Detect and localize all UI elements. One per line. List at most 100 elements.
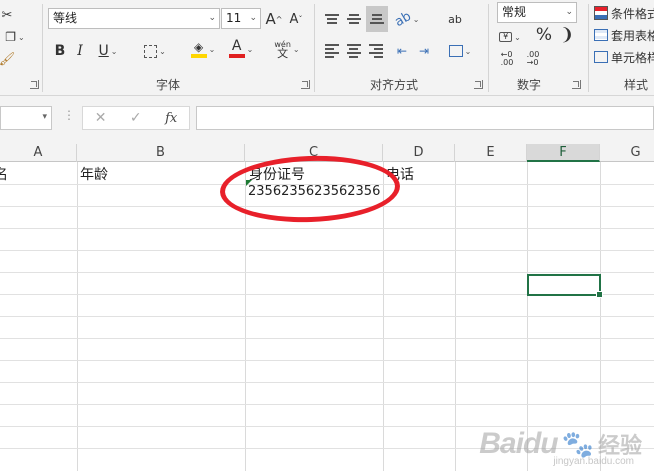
align-bottom-icon: [370, 12, 384, 26]
font-launcher-icon[interactable]: [301, 80, 310, 89]
group-separator: [42, 4, 43, 92]
align-middle-button[interactable]: [344, 8, 364, 30]
column-header-d[interactable]: D: [383, 144, 455, 162]
align-left-button[interactable]: [322, 40, 342, 62]
comma-style-button[interactable]: ❩: [558, 24, 576, 46]
orientation-button[interactable]: ab ⌄: [392, 8, 422, 30]
number-format-select[interactable]: 常规 ⌄: [497, 2, 577, 23]
border-button[interactable]: ⌄: [138, 40, 172, 62]
increase-indent-button[interactable]: ⇥: [414, 40, 434, 62]
chevron-down-icon: ⌄: [249, 13, 257, 23]
conditional-format-button[interactable]: 条件格式: [594, 2, 654, 24]
highlight-annotation: [218, 152, 402, 226]
font-name-select[interactable]: 等线 ⌄: [48, 8, 220, 29]
underline-button[interactable]: U ⌄: [92, 40, 124, 62]
cell-styles-button[interactable]: 单元格样: [594, 46, 654, 68]
phonetic-icon: wén 文: [274, 40, 291, 60]
column-header-e[interactable]: E: [455, 144, 527, 162]
wrap-text-button[interactable]: ab: [444, 8, 466, 30]
chevron-down-icon: ⌄: [110, 46, 118, 56]
bold-button[interactable]: B: [52, 40, 68, 62]
align-right-button[interactable]: [366, 40, 386, 62]
formula-input[interactable]: [196, 106, 654, 130]
font-color-letter: A: [231, 38, 242, 54]
copy-icon: ❐: [5, 30, 17, 44]
styles-group-label: 样式: [624, 78, 649, 92]
worksheet-grid[interactable]: A B C D E F G 名 年龄 身份证号 电话 2356235623562…: [0, 144, 654, 471]
decrease-decimal-button[interactable]: .00 →0: [522, 48, 544, 70]
font-color-button[interactable]: A ⌄: [224, 38, 258, 60]
cell-b1[interactable]: 年龄: [80, 164, 108, 184]
align-bottom-button[interactable]: [366, 6, 388, 32]
phonetic-button[interactable]: wén 文 ⌄: [270, 38, 304, 60]
font-size-value: 11: [226, 11, 242, 25]
group-separator: [314, 4, 315, 92]
gridline: [0, 404, 654, 405]
paw-icon: 🐾: [561, 428, 594, 459]
merge-center-button[interactable]: ⌄: [444, 40, 476, 62]
confirm-icon[interactable]: ✓: [130, 110, 142, 126]
align-top-icon: [325, 12, 339, 26]
increase-indent-icon: ⇥: [418, 44, 430, 58]
font-color-icon: A: [228, 38, 245, 58]
increase-decimal-button[interactable]: ←0.00: [496, 48, 518, 70]
scissors-icon: ✂: [1, 7, 13, 23]
font-size-select[interactable]: 11 ⌄: [221, 8, 261, 29]
gridline: [0, 228, 654, 229]
format-as-table-button[interactable]: 套用表格: [594, 24, 654, 46]
fill-color-button[interactable]: ◈ ⌄: [186, 38, 220, 60]
format-painter-button[interactable]: 🖌: [0, 48, 16, 70]
chevron-down-icon: ⌄: [208, 44, 216, 54]
chevron-down-icon: ▾: [42, 112, 47, 122]
gridline: [0, 360, 654, 361]
border-icon: [144, 44, 158, 58]
percent-button[interactable]: %: [534, 24, 554, 46]
column-header-f[interactable]: F: [527, 144, 600, 162]
insert-function-icon[interactable]: fx: [165, 111, 177, 126]
chevron-down-icon: ⌄: [159, 46, 166, 56]
decrease-decimal-icon: .00 →0: [526, 50, 540, 67]
name-box[interactable]: ▾: [0, 106, 52, 130]
cell-a1[interactable]: 名: [0, 164, 8, 184]
align-top-button[interactable]: [322, 8, 342, 30]
column-header-g[interactable]: G: [600, 144, 654, 162]
align-right-icon: [369, 42, 383, 60]
cut-button[interactable]: ✂: [0, 4, 14, 26]
baidu-watermark: Baidu 🐾 经验 jingyan.baidu.com: [479, 427, 642, 467]
italic-button[interactable]: I: [72, 40, 88, 62]
number-launcher-icon[interactable]: [572, 80, 581, 89]
underline-label: U: [98, 43, 109, 59]
decrease-indent-icon: ⇤: [396, 44, 408, 58]
accounting-format-button[interactable]: ¥ ⌄: [496, 26, 524, 48]
cell-styles-icon: [594, 51, 608, 63]
clipboard-launcher-icon[interactable]: [30, 80, 39, 89]
group-separator: [588, 4, 589, 92]
align-center-button[interactable]: [344, 40, 364, 62]
alignment-launcher-icon[interactable]: [474, 80, 483, 89]
column-header-b[interactable]: B: [77, 144, 245, 162]
paint-bucket-icon: ◈: [190, 41, 207, 58]
group-separator: [488, 4, 489, 92]
alignment-group-label: 对齐方式: [370, 78, 419, 92]
gridline: [0, 316, 654, 317]
formula-bar-grip-icon[interactable]: ⋮: [63, 108, 75, 122]
chevron-down-icon: ⌄: [464, 46, 472, 56]
brush-icon: 🖌: [0, 51, 16, 67]
gridline: [0, 338, 654, 339]
increase-font-button[interactable]: A ^: [264, 8, 284, 30]
formula-bar: ▾ ⋮ ✕ ✓ fx: [0, 96, 654, 144]
format-as-table-label: 套用表格: [611, 28, 654, 43]
watermark-url: jingyan.baidu.com: [553, 456, 634, 467]
conditional-format-icon: [594, 6, 608, 20]
active-cell-selection[interactable]: [527, 274, 603, 298]
decrease-indent-button[interactable]: ⇤: [392, 40, 412, 62]
cancel-icon[interactable]: ✕: [95, 110, 107, 126]
font-name-value: 等线: [53, 11, 78, 25]
align-left-icon: [325, 42, 339, 60]
orientation-icon: ab: [391, 8, 414, 30]
chevron-down-icon: ⌄: [514, 32, 521, 42]
decrease-font-button[interactable]: Aˇ: [286, 8, 306, 30]
phonetic-bottom: 文: [277, 47, 289, 60]
copy-button[interactable]: ❐ ⌄: [0, 26, 30, 48]
column-header-a[interactable]: A: [0, 144, 77, 162]
